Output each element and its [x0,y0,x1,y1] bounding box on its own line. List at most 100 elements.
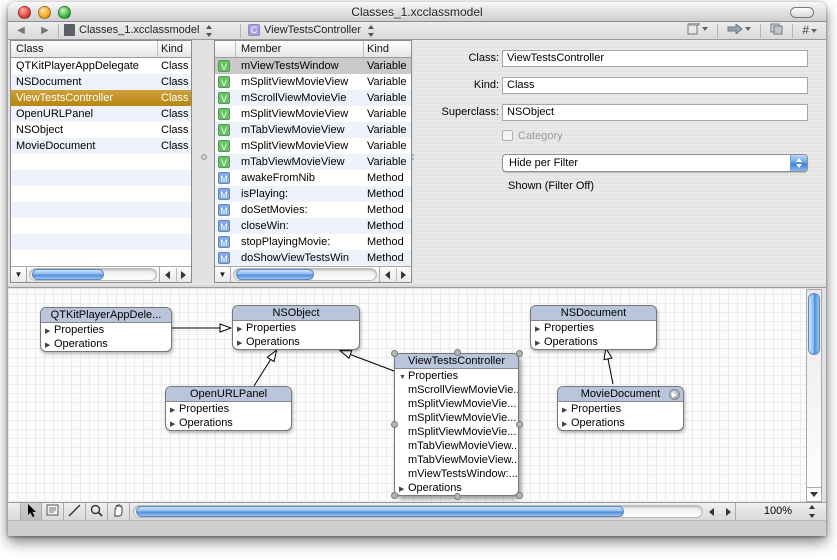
disclosure-closed-icon[interactable]: ▶ [535,337,544,349]
selection-handle[interactable] [453,493,461,500]
compartment-row[interactable]: ▶ Operations [41,337,171,351]
diagram-class-box-qtkit[interactable]: QTKitPlayerAppDele... ▶ Properties ▶ Operati… [40,307,172,352]
class-row[interactable]: NSObject Class [11,122,191,138]
scroll-arrows[interactable] [159,267,191,282]
disclosure-closed-icon[interactable]: ▶ [562,418,571,430]
disclosure-closed-icon[interactable]: ▶ [45,325,54,337]
diagram-class-box-vtc[interactable]: ViewTestsController ▼ Properties mScrollVie… [391,349,523,500]
selection-handle[interactable] [453,349,461,356]
list-menu-button[interactable]: ▼ [11,267,27,282]
member-row[interactable]: MawakeFromNib Method [215,170,411,186]
category-checkbox[interactable] [502,130,513,141]
compartment-row[interactable]: ▶ Operations [166,416,291,430]
member-item-row[interactable]: mSplitViewMovieVie... [395,411,518,425]
class-popup[interactable]: C ViewTestsController [248,22,376,40]
horizontal-splitter[interactable] [8,283,826,288]
scroll-thumb[interactable] [236,269,314,280]
scroll-thumb[interactable] [32,269,104,280]
compartment-row[interactable]: ▶ Properties [531,321,656,335]
member-list-header[interactable]: Member Kind [215,41,411,58]
compartment-row[interactable]: ▶ Operations [531,335,656,349]
member-row[interactable]: VmSplitViewMovieView Variable [215,74,411,90]
member-row[interactable]: MdoSetMovies: Method [215,202,411,218]
disclosure-closed-icon[interactable]: ▶ [399,483,408,495]
member-item-row[interactable]: mViewTestsWindow:... [395,467,518,481]
class-row[interactable]: ViewTestsController Class [11,90,191,106]
compartment-row[interactable]: ▼ Properties [395,369,518,383]
compartment-row[interactable]: ▶ Properties [41,323,171,337]
selection-handle[interactable] [516,350,523,357]
class-row[interactable]: NSDocument Class [11,74,191,90]
scroll-thumb[interactable] [808,293,820,355]
forward-button[interactable]: ▶ [34,22,56,40]
class-field[interactable]: ViewTestsController [502,50,808,67]
disclosure-closed-icon[interactable]: ▶ [45,339,54,351]
scroll-arrows[interactable] [705,503,735,520]
compartment-row[interactable]: ▶ Properties [233,321,359,335]
class-list-scrollbar[interactable]: ▼ [11,266,191,282]
back-button[interactable]: ◀ [10,22,32,40]
member-row[interactable]: VmSplitViewMovieView Variable [215,138,411,154]
layers-button[interactable] [765,22,788,40]
diagram-vscrollbar[interactable] [806,289,822,502]
selection-handle[interactable] [391,421,398,428]
toolbar-toggle-button[interactable] [790,7,814,18]
diagram-canvas[interactable]: QTKitPlayerAppDele... ▶ Properties ▶ Operati… [8,289,810,502]
box-title[interactable]: OpenURLPanel [166,387,291,402]
box-title[interactable]: ViewTestsController [395,354,518,369]
disclosure-closed-icon[interactable]: ▶ [562,404,571,416]
class-list-header[interactable]: Class Kind [11,41,191,58]
box-title[interactable]: QTKitPlayerAppDele... [41,308,171,323]
member-item-row[interactable]: mTabViewMovieView... [395,439,518,453]
member-list-scrollbar[interactable]: ▼ [215,266,411,282]
selection-handle[interactable] [516,492,523,499]
scroll-down-button[interactable] [807,487,821,501]
compartment-row[interactable]: ▶ Properties [166,402,291,416]
box-title[interactable]: NSObject [233,306,359,321]
diagram-class-box-moviedoc[interactable]: MovieDocument ▶ ▶ Properties ▶ Operations [557,386,684,431]
disclosure-open-icon[interactable]: ▼ [399,371,408,383]
disclosure-closed-icon[interactable]: ▶ [170,404,179,416]
scroll-thumb[interactable] [136,506,624,517]
line-tool-button[interactable] [64,503,86,520]
compartment-row[interactable]: ▶ Operations [233,335,359,349]
title-bar[interactable]: Classes_1.xcclassmodel [8,2,826,22]
hand-tool-button[interactable] [108,503,130,520]
member-row[interactable]: MdoShowViewTestsWin Method [215,250,411,266]
disclosure-closed-icon[interactable]: ▶ [535,323,544,335]
zoom-stepper-icon[interactable] [808,503,818,520]
member-item-row[interactable]: mTabViewMovieView... [395,453,518,467]
compartment-row[interactable]: ▶ Properties [558,402,683,416]
filter-popup[interactable]: Hide per Filter [502,154,808,172]
pointer-tool-button[interactable] [20,503,42,520]
disclosure-closed-icon[interactable]: ▶ [237,337,246,349]
member-row[interactable]: VmSplitViewMovieView Variable [215,106,411,122]
magnify-tool-button[interactable] [86,503,108,520]
file-popup[interactable]: Classes_1.xcclassmodel [64,22,214,40]
selection-handle[interactable] [391,492,398,499]
box-title[interactable]: MovieDocument ▶ [558,387,683,402]
class-row[interactable]: OpenURLPanel Class [11,106,191,122]
pane-splitter-grip[interactable] [201,154,207,160]
list-menu-button[interactable]: ▼ [215,267,231,282]
box-title[interactable]: NSDocument [531,306,656,321]
arrow-menu-button[interactable] [722,22,756,40]
class-row[interactable]: QTKitPlayerAppDelegate Class [11,58,191,74]
diagram-class-box-openurl[interactable]: OpenURLPanel ▶ Properties ▶ Operations [165,386,292,431]
rollup-badge-icon[interactable]: ▶ [669,388,680,400]
member-row[interactable]: VmScrollViewMovieVie Variable [215,90,411,106]
disclosure-closed-icon[interactable]: ▶ [237,323,246,335]
note-tool-button[interactable] [42,503,64,520]
member-row[interactable]: MisPlaying: Method [215,186,411,202]
superclass-field[interactable]: NSObject [502,104,808,121]
selection-handle[interactable] [516,421,523,428]
zoom-control[interactable]: 100% [735,503,820,520]
compartment-row[interactable]: ▶ Operations [558,416,683,430]
number-menu-button[interactable]: # [797,22,822,40]
page-menu-button[interactable] [682,22,713,40]
disclosure-closed-icon[interactable]: ▶ [170,418,179,430]
diagram-hscrollbar[interactable] [133,505,703,518]
class-row[interactable]: MovieDocument Class [11,138,191,154]
member-row[interactable]: VmTabViewMovieView Variable [215,154,411,170]
member-row[interactable]: VmViewTestsWindow Variable [215,58,411,74]
